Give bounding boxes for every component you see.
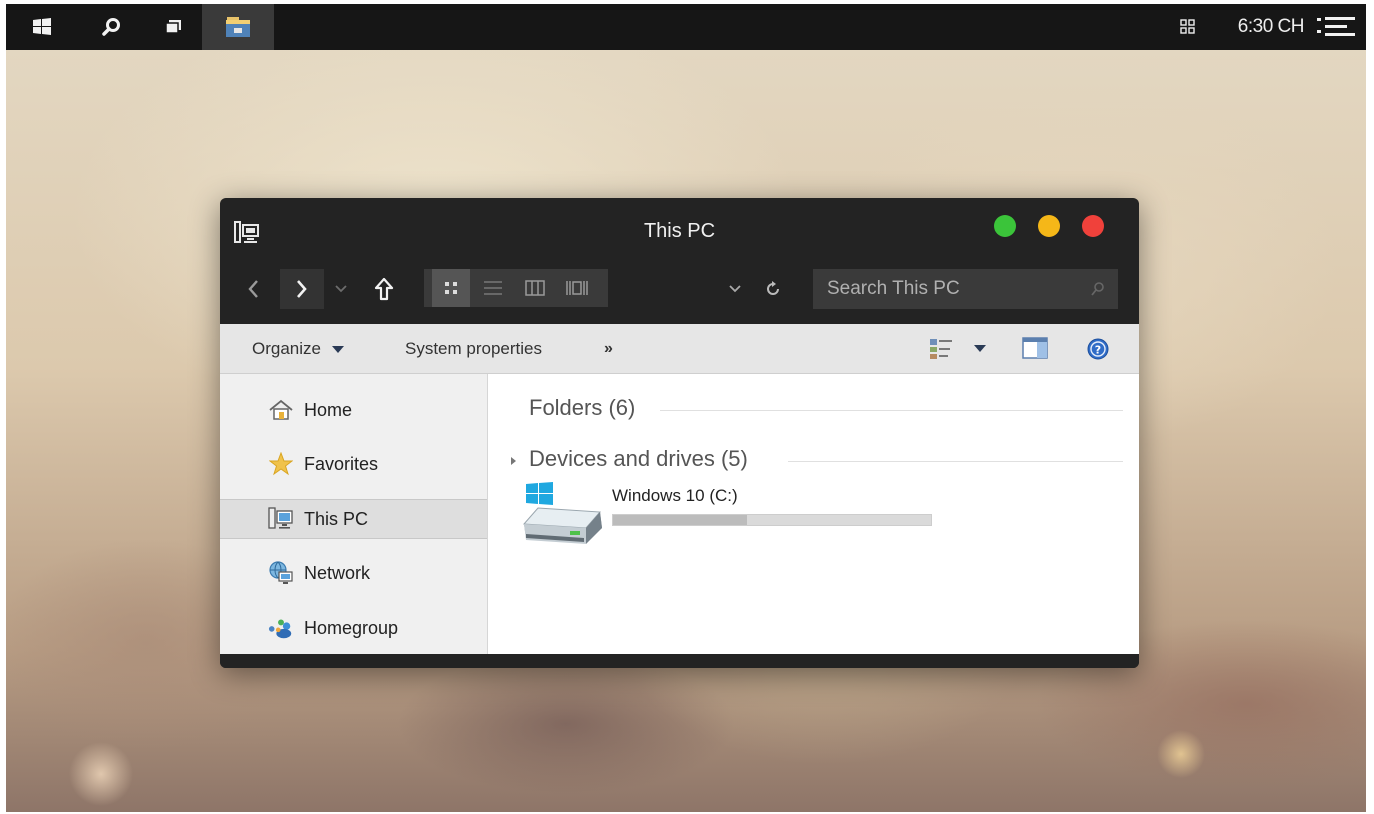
sidebar-item-favorites[interactable]: Favorites xyxy=(220,444,487,484)
sidebar-item-this-pc[interactable]: This PC xyxy=(220,499,487,539)
home-icon xyxy=(268,397,294,423)
help-icon: ? xyxy=(1087,338,1109,360)
preview-pane-button[interactable] xyxy=(1022,336,1050,362)
group-label: Devices and drives (5) xyxy=(529,446,758,472)
preview-pane-icon xyxy=(1022,337,1048,359)
sidebar-item-label: This PC xyxy=(304,508,369,529)
windows-start-icon xyxy=(33,18,51,35)
refresh-icon xyxy=(767,281,779,295)
navigation-pane: Home Favorites This PC Network Homegroup xyxy=(220,374,488,654)
back-button[interactable] xyxy=(234,269,272,309)
file-explorer-taskbar-button[interactable] xyxy=(202,4,274,50)
organize-label: Organize xyxy=(252,339,321,358)
group-divider xyxy=(660,410,1123,411)
drive-usage-fill xyxy=(613,515,747,525)
search-icon xyxy=(102,18,120,36)
minimize-button[interactable] xyxy=(1038,215,1060,237)
sidebar-item-network[interactable]: Network xyxy=(220,553,487,593)
task-view-button[interactable] xyxy=(154,4,194,50)
close-button[interactable] xyxy=(1082,215,1104,237)
menu-icon xyxy=(1317,17,1355,36)
command-bar: Organize System properties » ? xyxy=(220,324,1139,374)
up-button[interactable] xyxy=(364,269,404,309)
desktop: 6:30 CH This PC Search This PC Organize … xyxy=(6,4,1366,812)
drive-item-c[interactable]: Windows 10 (C:) xyxy=(518,482,938,556)
task-view-icon xyxy=(165,20,181,34)
windows-drive-icon xyxy=(522,482,602,544)
group-divider xyxy=(788,461,1123,462)
change-view-button[interactable] xyxy=(928,337,990,361)
file-explorer-icon xyxy=(226,17,250,37)
view-mode-group xyxy=(424,269,608,307)
columns-view-icon xyxy=(525,280,545,296)
caret-down-icon xyxy=(331,345,344,353)
system-properties-button[interactable]: System properties xyxy=(405,324,542,374)
help-button[interactable]: ? xyxy=(1086,337,1112,363)
view-icons-button[interactable] xyxy=(432,269,470,307)
homegroup-icon xyxy=(268,615,294,641)
action-center-button[interactable] xyxy=(1314,4,1358,50)
chevron-down-icon xyxy=(729,285,741,293)
start-button[interactable] xyxy=(22,4,62,50)
star-icon xyxy=(268,451,294,477)
taskbar: 6:30 CH xyxy=(6,4,1366,50)
search-button[interactable] xyxy=(92,4,132,50)
computer-icon xyxy=(268,506,294,532)
view-list-button[interactable] xyxy=(474,269,512,307)
explorer-window: This PC Search This PC Organize System p… xyxy=(220,198,1139,668)
chevron-left-icon xyxy=(248,280,258,298)
window-bottom-border xyxy=(220,654,1139,668)
search-icon[interactable] xyxy=(1090,281,1106,297)
caret-down-icon xyxy=(974,345,986,352)
address-dropdown-button[interactable] xyxy=(722,269,748,309)
apps-grid-button[interactable] xyxy=(1174,4,1202,50)
sidebar-item-home[interactable]: Home xyxy=(220,390,487,430)
sidebar-item-homegroup[interactable]: Homegroup xyxy=(220,608,487,648)
search-box xyxy=(813,269,1118,309)
list-view-icon xyxy=(484,281,502,295)
view-details-button[interactable] xyxy=(516,269,554,307)
search-input[interactable] xyxy=(813,269,1073,309)
taskbar-clock[interactable]: 6:30 CH xyxy=(1238,4,1305,50)
chevron-right-icon xyxy=(297,280,307,298)
sidebar-item-label: Favorites xyxy=(304,453,379,474)
forward-button[interactable] xyxy=(280,269,324,309)
drive-name: Windows 10 (C:) xyxy=(612,486,738,505)
maximize-button[interactable] xyxy=(994,215,1016,237)
content-pane: Folders (6) Devices and drives (5) Windo… xyxy=(488,374,1139,654)
sidebar-item-label: Homegroup xyxy=(304,617,399,638)
network-icon xyxy=(268,560,294,586)
organize-button[interactable]: Organize xyxy=(252,324,344,374)
drive-usage-bar xyxy=(612,514,932,526)
more-commands-button[interactable]: » xyxy=(604,324,613,374)
collapsed-arrow-icon xyxy=(511,457,516,465)
content-view-icon xyxy=(566,281,588,295)
sidebar-item-label: Home xyxy=(304,399,353,420)
group-header-folders[interactable]: Folders (6) xyxy=(488,395,1139,425)
view-content-button[interactable] xyxy=(558,269,596,307)
group-header-devices-and-drives[interactable]: Devices and drives (5) xyxy=(488,446,1139,476)
sidebar-item-label: Network xyxy=(304,562,371,583)
recent-locations-button[interactable] xyxy=(330,269,352,309)
refresh-button[interactable] xyxy=(756,269,790,309)
caret-down-icon xyxy=(335,285,347,293)
arrow-up-icon xyxy=(374,277,394,301)
details-view-icon xyxy=(930,339,952,359)
grid-view-icon xyxy=(445,282,457,294)
svg-text:?: ? xyxy=(1095,344,1101,357)
apps-grid-icon xyxy=(1180,19,1195,34)
group-label: Folders (6) xyxy=(529,395,646,421)
